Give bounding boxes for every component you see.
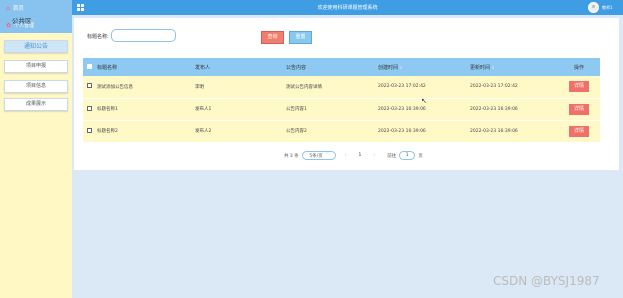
title-search-input[interactable] (111, 29, 176, 42)
cell-title: 标题名称1 (97, 107, 118, 112)
cell-content: 公告内容1 (286, 107, 307, 112)
cell-updated: 2022-03-23 17:02:42 (470, 84, 518, 90)
cell-publisher: 发布人1 (195, 107, 212, 112)
detail-button[interactable]: 详情 (569, 125, 589, 137)
reset-button[interactable]: 重置 (289, 31, 312, 44)
cell-content: 测试公告内容详情 (286, 84, 322, 90)
watermark: CSDN @BYSJ1987 (493, 274, 600, 288)
table-row: 测试添加公告信息 李明 测试公告内容详情 2022-03-23 17:02:42… (83, 76, 600, 98)
col-title[interactable]: 标题名称 (93, 58, 195, 76)
cell-created: 2022-03-23 16:39:06 (378, 128, 426, 134)
main-panel: 标题名称: 查询 重置 标题名称 发布人 公告内容 创建时间⇅ 更新时间⇅ 操作… (74, 18, 619, 170)
col-created[interactable]: 创建时间⇅ (378, 58, 470, 76)
row-checkbox[interactable] (87, 83, 92, 89)
cell-publisher: 李明 (195, 84, 204, 90)
top-bar: 欢迎使用科研课题管理系统 教师1 (72, 0, 623, 15)
prev-page-button[interactable]: ‹ (345, 153, 347, 158)
row-checkbox[interactable] (87, 127, 92, 133)
table-header-row: 标题名称 发布人 公告内容 创建时间⇅ 更新时间⇅ 操作 (83, 58, 600, 76)
home-icon: ⌂ (6, 4, 10, 12)
sidebar-item-personal-label: 个人管理 (14, 23, 35, 29)
goto-label: 前往 (387, 153, 397, 159)
pagination-total: 共 3 条 (284, 153, 299, 159)
sidebar-item-project-apply[interactable]: 项目申报 (4, 60, 68, 73)
sidebar-item-notice[interactable]: 通知公告 (4, 40, 68, 53)
mouse-cursor-icon: ↖ (421, 97, 427, 105)
col-content[interactable]: 公告内容 (286, 58, 378, 76)
pagination: 共 3 条 5条/页 ˅ ‹ 1 › 前往 1 页 (284, 151, 423, 160)
sidebar-item-achievements[interactable]: 成果展示 (4, 98, 68, 111)
query-button[interactable]: 查询 (261, 31, 284, 44)
cell-updated: 2022-03-23 16:39:06 (470, 128, 518, 134)
cell-created: 2022-03-23 17:02:42 (378, 84, 426, 90)
goto-page-input[interactable]: 1 (399, 151, 416, 160)
search-label: 标题名称: (87, 34, 109, 40)
select-all-checkbox[interactable] (87, 63, 92, 69)
sidebar: ⌂ 首页 公共区 ✿ 个人管理 通知公告 项目申报 项目信息 成果展示 (0, 0, 72, 298)
cell-publisher: 发布人2 (195, 129, 212, 134)
notice-table: 标题名称 发布人 公告内容 创建时间⇅ 更新时间⇅ 操作 测试添加公告信息 李明… (83, 58, 600, 143)
col-publisher[interactable]: 发布人 (195, 58, 286, 76)
sidebar-item-home[interactable]: ⌂ 首页 (6, 4, 24, 13)
app-title: 欢迎使用科研课题管理系统 (317, 5, 378, 11)
detail-button[interactable]: 详情 (569, 103, 589, 115)
cell-title: 测试添加公告信息 (97, 84, 133, 90)
cell-updated: 2022-03-23 16:39:06 (470, 106, 518, 112)
page-number-current[interactable]: 1 (359, 153, 362, 158)
sidebar-item-project-info[interactable]: 项目信息 (4, 80, 68, 93)
detail-button[interactable]: 详情 (569, 81, 589, 93)
table-row: 标题名称1 发布人1 公告内容1 2022-03-23 16:39:06 202… (83, 98, 600, 120)
cell-title: 标题名称2 (97, 129, 118, 134)
sidebar-header: ⌂ 首页 公共区 ✿ 个人管理 (0, 0, 72, 33)
chevron-down-icon: ˅ (325, 153, 329, 158)
sidebar-item-home-label: 首页 (12, 6, 24, 12)
sort-icon[interactable]: ⇅ (491, 65, 494, 70)
page-unit-label: 页 (418, 153, 423, 159)
row-checkbox[interactable] (87, 105, 92, 111)
sort-icon[interactable]: ⇅ (399, 65, 402, 70)
personal-icon: ✿ (6, 22, 12, 29)
avatar[interactable] (588, 2, 599, 13)
username[interactable]: 教师1 (602, 5, 613, 11)
col-updated[interactable]: 更新时间⇅ (470, 58, 558, 76)
sidebar-item-personal[interactable]: ✿ 个人管理 (6, 22, 34, 29)
col-actions: 操作 (573, 64, 584, 71)
table-row: 标题名称2 发布人2 公告内容2 2022-03-23 16:39:06 202… (83, 120, 600, 142)
next-page-button[interactable]: › (373, 153, 375, 158)
page-size-select[interactable]: 5条/页 ˅ (301, 151, 336, 160)
cell-content: 公告内容2 (286, 129, 307, 134)
